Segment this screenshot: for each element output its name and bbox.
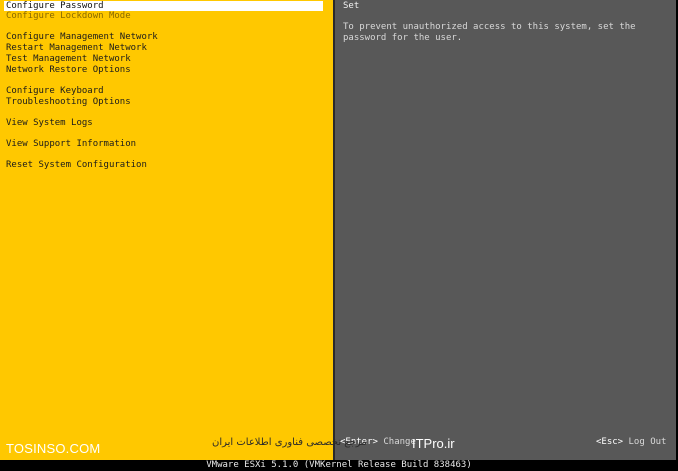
detail-title: Set bbox=[343, 1, 360, 11]
enter-key-action: Change bbox=[383, 437, 416, 447]
menu-item-configure-management-network[interactable]: Configure Management Network bbox=[4, 32, 158, 42]
watermark-persian-text: مرجع تخصصی فناوری اطلاعات ایران bbox=[212, 437, 367, 448]
menu-item-network-restore-options[interactable]: Network Restore Options bbox=[4, 65, 131, 75]
esc-key-label: <Esc> bbox=[596, 437, 624, 447]
esc-key-action: Log Out bbox=[628, 437, 667, 447]
menu-item-restart-management-network[interactable]: Restart Management Network bbox=[4, 43, 147, 53]
menu-item-view-system-logs[interactable]: View System Logs bbox=[4, 118, 93, 128]
menu-item-configure-keyboard[interactable]: Configure Keyboard bbox=[4, 86, 104, 96]
menu-item-view-support-information[interactable]: View Support Information bbox=[4, 139, 136, 149]
detail-description: To prevent unauthorized access to this s… bbox=[343, 22, 636, 43]
watermark-itpro: ITPro.ir bbox=[412, 436, 455, 451]
status-bar: VMware ESXi 5.1.0 (VMKernel Release Buil… bbox=[0, 460, 678, 471]
menu-item-reset-system-configuration[interactable]: Reset System Configuration bbox=[4, 160, 147, 170]
detail-panel bbox=[335, 0, 676, 460]
watermark-tosinso: TOSINSO.COM bbox=[6, 441, 101, 456]
menu-item-test-management-network[interactable]: Test Management Network bbox=[4, 54, 131, 64]
menu-item-configure-lockdown-mode[interactable]: Configure Lockdown Mode bbox=[4, 11, 131, 21]
menu-item-troubleshooting-options[interactable]: Troubleshooting Options bbox=[4, 97, 131, 107]
menu-item-configure-password[interactable]: Configure Password bbox=[4, 1, 323, 11]
esc-key-hint[interactable]: <Esc> Log Out bbox=[596, 437, 666, 447]
